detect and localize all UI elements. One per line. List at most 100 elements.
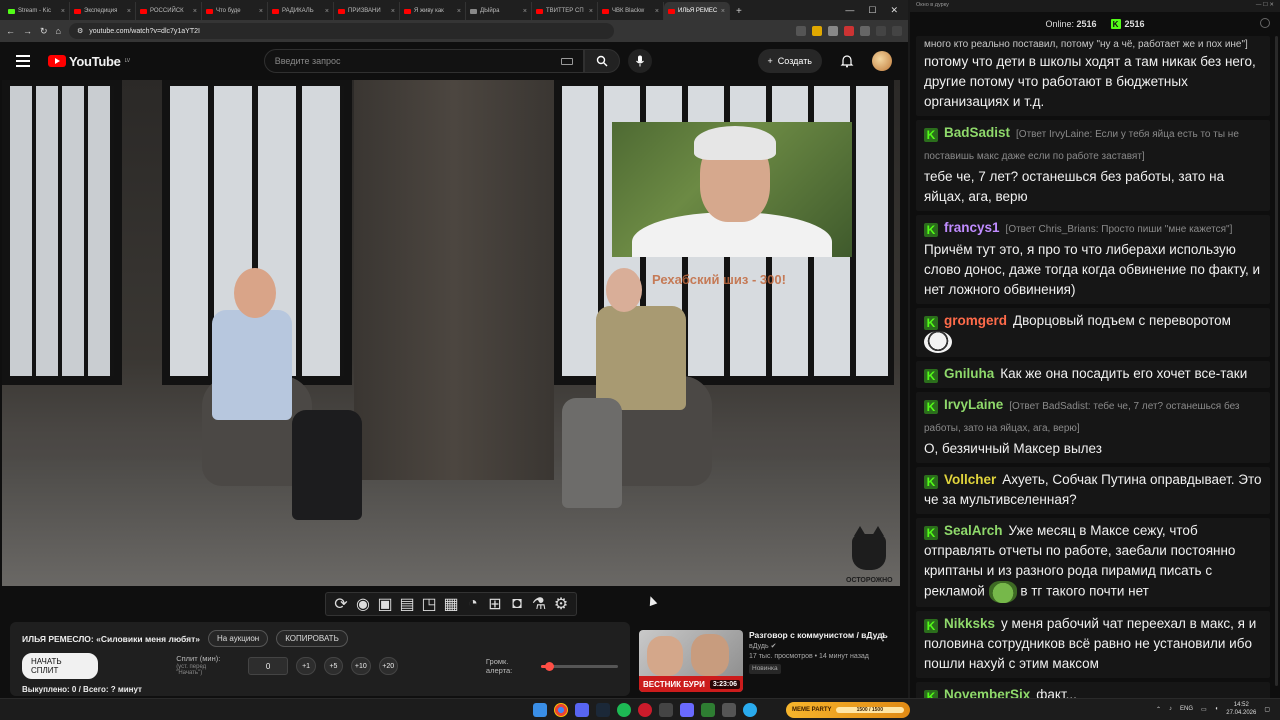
- close-icon[interactable]: ×: [457, 8, 461, 15]
- telegram-icon[interactable]: [743, 703, 757, 717]
- keyboard-icon[interactable]: [560, 57, 573, 65]
- chat-username[interactable]: NovemberSix: [944, 687, 1030, 698]
- maximize-icon[interactable]: ☐: [868, 5, 876, 16]
- close-window-icon[interactable]: ✕: [890, 5, 898, 16]
- app-icon[interactable]: [659, 703, 673, 717]
- close-icon[interactable]: ×: [391, 8, 395, 15]
- close-icon[interactable]: ×: [325, 8, 329, 15]
- chat-username[interactable]: SealArch: [944, 523, 1003, 538]
- site-info-icon[interactable]: ⚙: [77, 27, 83, 35]
- channel-name[interactable]: вДудь ✔: [749, 643, 894, 652]
- recommended-title[interactable]: Разговор с коммунистом / вДудь: [749, 630, 894, 641]
- window-controls[interactable]: — ☐ ✕: [1256, 2, 1274, 10]
- add-frame-icon[interactable]: ⊞: [488, 596, 501, 613]
- tab-active[interactable]: ИЛЬЯ РЕМЕС ×: [664, 2, 730, 20]
- loop-icon[interactable]: ⟳: [334, 596, 347, 613]
- mic-icon[interactable]: ♪: [1169, 706, 1172, 712]
- chat-username[interactable]: Vollcher: [944, 472, 996, 487]
- notification-icon[interactable]: ▢: [1264, 706, 1270, 713]
- video-player[interactable]: Рехабский шиз - 300! ОСТОРОЖНО: [2, 80, 900, 586]
- add-5-button[interactable]: +5: [323, 657, 344, 675]
- add-1-button[interactable]: +1: [296, 657, 316, 675]
- speed-icon[interactable]: ◔: [467, 595, 480, 612]
- search-button[interactable]: [583, 49, 620, 73]
- menu-icon[interactable]: [16, 55, 30, 67]
- copy-button[interactable]: КОПИРОВАТЬ: [276, 630, 348, 647]
- windows-start-icon[interactable]: [533, 703, 547, 717]
- tab[interactable]: РОССИЙСК ×: [136, 2, 202, 20]
- reload-icon[interactable]: ↻: [40, 26, 48, 37]
- volume-icon[interactable]: ◖: [1215, 706, 1219, 712]
- extension-icon[interactable]: [796, 26, 806, 36]
- back-icon[interactable]: ←: [6, 26, 15, 36]
- extension-icon[interactable]: [860, 26, 870, 36]
- create-button[interactable]: + Создать: [757, 49, 822, 73]
- chrome-icon[interactable]: [554, 703, 568, 717]
- clock[interactable]: 14:52 27.04.2026: [1226, 701, 1256, 717]
- broadcast-icon[interactable]: ◉: [356, 596, 370, 613]
- extension-icon[interactable]: [844, 26, 854, 36]
- tab[interactable]: Экспедиция ×: [70, 2, 136, 20]
- screenshot-icon[interactable]: ▣: [377, 596, 392, 613]
- volume-knob[interactable]: [544, 661, 554, 671]
- close-icon[interactable]: ×: [523, 8, 527, 15]
- steam-icon[interactable]: [596, 703, 610, 717]
- more-options-icon[interactable]: ⋮: [878, 632, 888, 643]
- picture-in-picture-icon[interactable]: ◳: [421, 596, 436, 613]
- lang-indicator[interactable]: ENG: [1180, 706, 1193, 712]
- start-split-button[interactable]: НАЧАТЬ СПЛИТ: [22, 653, 99, 679]
- extension-icon[interactable]: [812, 26, 822, 36]
- auction-button[interactable]: На аукцион: [207, 630, 269, 647]
- close-icon[interactable]: ×: [193, 8, 197, 15]
- tab[interactable]: Что буде ×: [202, 2, 268, 20]
- menu-icon[interactable]: [892, 26, 902, 36]
- tab[interactable]: ДЫйра ×: [466, 2, 532, 20]
- voice-search-button[interactable]: [627, 49, 652, 73]
- tab[interactable]: Я живу как ×: [400, 2, 466, 20]
- minimize-icon[interactable]: —: [845, 5, 854, 16]
- extension-icon[interactable]: [828, 26, 838, 36]
- tab[interactable]: РАДИКАЛЬ ×: [268, 2, 334, 20]
- tab[interactable]: Stream - Kic ×: [4, 2, 70, 20]
- app-icon[interactable]: [701, 703, 715, 717]
- search-input[interactable]: Введите запрос: [263, 49, 584, 73]
- gear-icon[interactable]: ⚙: [554, 596, 568, 613]
- chat-scrollbar[interactable]: [1275, 36, 1278, 686]
- flask-icon[interactable]: ⚗: [532, 596, 546, 613]
- close-icon[interactable]: ×: [259, 8, 263, 15]
- forward-icon[interactable]: →: [23, 26, 32, 36]
- chat-username[interactable]: BadSadist: [944, 125, 1010, 140]
- alert-volume-slider[interactable]: [540, 661, 619, 671]
- close-icon[interactable]: ×: [61, 8, 65, 15]
- chat-username[interactable]: Gniluha: [944, 366, 994, 381]
- camera-icon[interactable]: ◘: [511, 595, 524, 612]
- split-minutes-input[interactable]: 0: [247, 657, 289, 675]
- bell-icon[interactable]: [840, 54, 854, 68]
- tab[interactable]: ПРИЗВАНИ ×: [334, 2, 400, 20]
- chat-username[interactable]: francys1: [944, 220, 1000, 235]
- add-10-button[interactable]: +10: [351, 657, 371, 675]
- close-icon[interactable]: ×: [589, 8, 593, 15]
- youtube-logo[interactable]: YouTube LV: [48, 54, 130, 69]
- clapper-icon[interactable]: ▤: [399, 596, 414, 613]
- settings-icon[interactable]: [1260, 18, 1270, 28]
- network-icon[interactable]: ▭: [1201, 706, 1207, 713]
- chat-username[interactable]: IrvyLaine: [944, 397, 1003, 412]
- tab[interactable]: ТВИТТЕР СП ×: [532, 2, 598, 20]
- opera-icon[interactable]: [638, 703, 652, 717]
- download-icon[interactable]: [876, 26, 886, 36]
- chat-username[interactable]: Nikksks: [944, 616, 995, 631]
- frames-icon[interactable]: ▦: [443, 596, 458, 613]
- add-20-button[interactable]: +20: [378, 657, 398, 675]
- recommended-video[interactable]: ВЕСТНИК БУРИ 3:23:06 Разговор с коммунис…: [639, 630, 894, 694]
- new-tab-button[interactable]: +: [730, 6, 748, 20]
- avatar[interactable]: [872, 51, 892, 71]
- close-icon[interactable]: ×: [721, 8, 725, 15]
- chevron-up-icon[interactable]: ⌃: [1156, 706, 1161, 713]
- meme-party-widget[interactable]: MEME PARTY 1500 / 1500: [786, 702, 910, 718]
- close-icon[interactable]: ×: [127, 8, 131, 15]
- chat-username[interactable]: gromgerd: [944, 313, 1007, 328]
- url-field[interactable]: ⚙ youtube.com/watch?v=dlc7y1aYT2I: [68, 23, 614, 39]
- close-icon[interactable]: ×: [655, 8, 659, 15]
- app-icon[interactable]: [722, 703, 736, 717]
